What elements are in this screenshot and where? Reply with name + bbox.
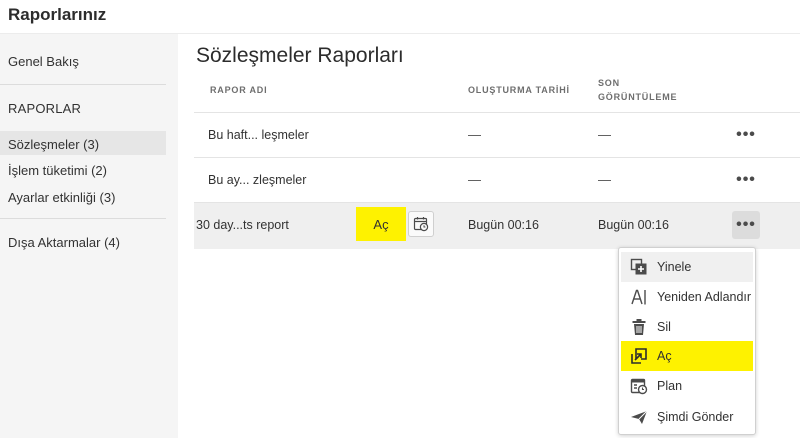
menu-item-open[interactable]: Aç bbox=[621, 341, 753, 371]
column-header-last-viewed[interactable]: SON GÖRÜNTÜLEME bbox=[598, 76, 677, 104]
sidebar-item-exports[interactable]: Dışa Aktarmalar (4) bbox=[8, 235, 120, 250]
column-header-last-viewed-line1: SON bbox=[598, 78, 620, 88]
menu-item-label: Aç bbox=[657, 349, 672, 363]
page-title: Sözleşmeler Raporları bbox=[196, 44, 404, 67]
more-actions-button[interactable]: ••• bbox=[732, 121, 760, 149]
last-viewed-date: — bbox=[598, 172, 611, 187]
sidebar-item-transaction-usage[interactable]: İşlem tüketimi (2) bbox=[8, 163, 107, 178]
menu-item-duplicate[interactable]: Yinele bbox=[621, 252, 753, 282]
menu-item-send-now[interactable]: Şimdi Gönder bbox=[621, 402, 753, 432]
report-name[interactable]: 30 day...ts report bbox=[196, 218, 289, 232]
last-viewed-date: Bugün 00:16 bbox=[598, 218, 669, 232]
report-name[interactable]: Bu ay... zleşmeler bbox=[208, 173, 306, 187]
menu-item-label: Plan bbox=[657, 379, 683, 393]
trash-icon bbox=[629, 317, 649, 337]
sidebar-item-contracts[interactable]: Sözleşmeler (3) bbox=[8, 137, 99, 152]
menu-item-label: Yeniden Adlandır bbox=[657, 290, 752, 304]
last-viewed-date: — bbox=[598, 127, 611, 142]
menu-item-label: Yinele bbox=[657, 260, 692, 274]
sidebar-item-settings-activity[interactable]: Ayarlar etkinliği (3) bbox=[8, 190, 115, 205]
sidebar: Genel Bakış RAPORLAR Sözleşmeler (3) İşl… bbox=[0, 34, 178, 438]
column-header-last-viewed-line2: GÖRÜNTÜLEME bbox=[598, 92, 678, 102]
created-date: — bbox=[468, 172, 481, 187]
menu-item-label: Şimdi Gönder bbox=[657, 410, 734, 424]
report-name[interactable]: Bu haft... leşmeler bbox=[208, 128, 309, 142]
table-row[interactable]: Bu ay... zleşmeler — — ••• bbox=[194, 158, 800, 204]
open-button[interactable]: Aç bbox=[356, 207, 406, 241]
sidebar-section-reports: RAPORLAR bbox=[8, 101, 82, 116]
created-date: Bugün 00:16 bbox=[468, 218, 539, 232]
menu-item-label: Sil bbox=[657, 320, 671, 334]
schedule-icon bbox=[629, 376, 649, 396]
table-row[interactable]: Bu haft... leşmeler — — ••• bbox=[194, 113, 800, 159]
top-bar: Raporlarınız bbox=[0, 0, 800, 34]
sidebar-divider bbox=[0, 218, 166, 219]
more-actions-button[interactable]: ••• bbox=[732, 166, 760, 194]
app-title: Raporlarınız bbox=[8, 5, 107, 24]
column-header-created[interactable]: OLUŞTURMA TARİHİ bbox=[468, 83, 570, 97]
created-date: — bbox=[468, 127, 481, 142]
rename-icon bbox=[629, 287, 649, 307]
menu-item-delete[interactable]: Sil bbox=[621, 312, 753, 342]
table-row-selected[interactable]: 30 day...ts report Aç Bugün 00:16 Bugün … bbox=[194, 203, 800, 249]
sidebar-divider bbox=[0, 84, 166, 85]
menu-item-rename[interactable]: Yeniden Adlandır bbox=[621, 282, 753, 312]
menu-item-schedule[interactable]: Plan bbox=[621, 371, 753, 401]
send-icon bbox=[629, 407, 649, 427]
more-actions-button[interactable]: ••• bbox=[732, 211, 760, 239]
schedule-icon[interactable] bbox=[408, 211, 434, 237]
sidebar-item-overview[interactable]: Genel Bakış bbox=[8, 54, 79, 69]
open-icon bbox=[629, 346, 649, 366]
context-menu: Yinele Yeniden Adlandır Sil Aç Plan Şimd… bbox=[618, 247, 756, 435]
duplicate-icon bbox=[629, 257, 649, 277]
column-header-name[interactable]: RAPOR ADI bbox=[210, 83, 267, 97]
